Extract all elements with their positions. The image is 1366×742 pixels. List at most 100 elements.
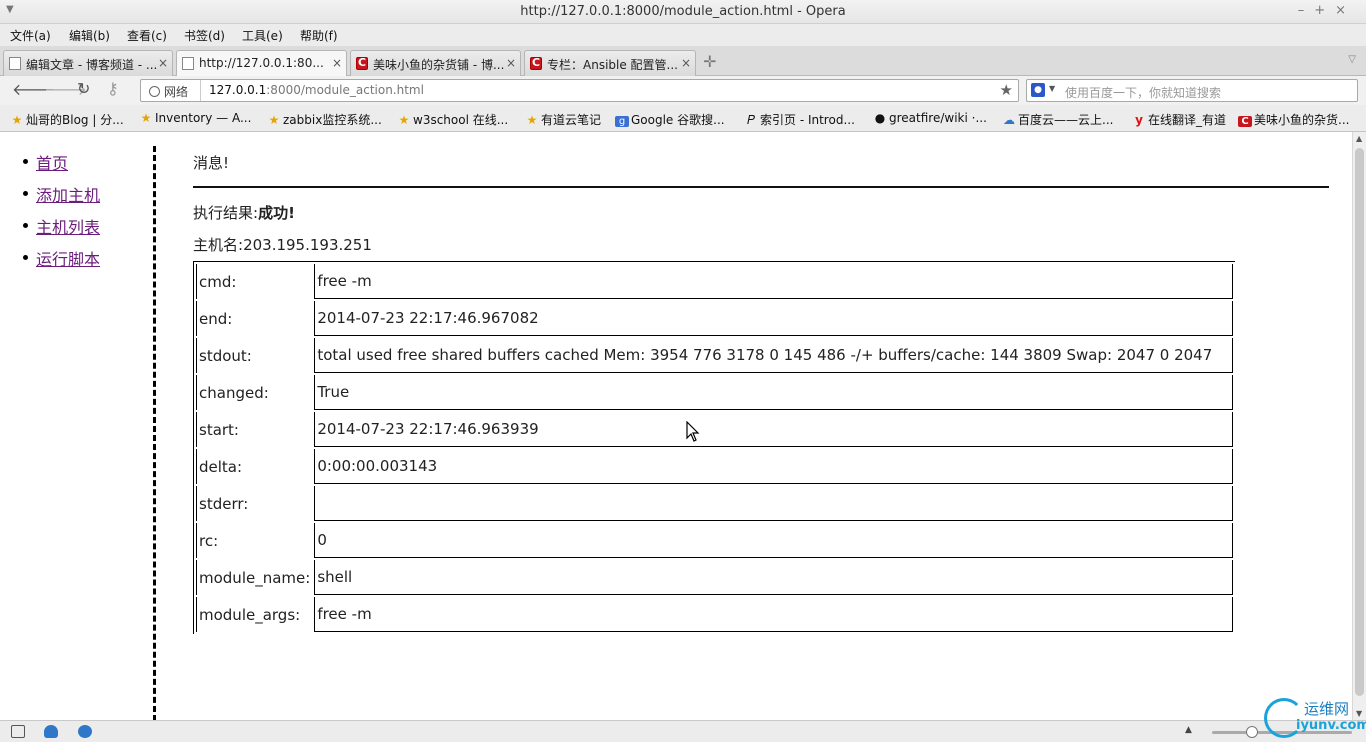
bookmark-item[interactable]: y 在线翻译_有道 [1132,111,1226,128]
reload-icon[interactable]: ↻ [77,79,90,98]
bookmark-label: w3school 在线... [413,113,509,127]
sidebar-link-run-script[interactable]: 运行脚本 [36,250,100,269]
table-row: changed: True [196,375,1233,410]
watermark-en: iyunv.com [1296,718,1366,733]
row-key: module_args: [196,597,312,632]
close-tab-icon[interactable]: × [158,56,168,70]
bookmark-item[interactable]: ★ w3school 在线... [397,111,509,128]
scroll-up-icon[interactable]: ▲ [1356,134,1362,143]
key-icon[interactable]: ⚷ [107,79,119,98]
bookmark-item[interactable]: 𝑃 索引页 - Introd... [744,111,855,128]
new-tab-icon[interactable]: ✛ [703,52,716,71]
row-key: module_name: [196,560,312,595]
sidebar-link-host-list[interactable]: 主机列表 [36,218,100,237]
search-placeholder: 使用百度一下，你就知道搜索 [1065,86,1222,100]
menu-tools[interactable]: 工具(e) [242,27,283,44]
sidebar-link-add-host[interactable]: 添加主机 [36,186,100,205]
row-value: 0:00:00.003143 [314,449,1233,484]
bookmark-label: 索引页 - Introd... [760,113,855,127]
page-icon [9,57,21,70]
menu-file[interactable]: 文件(a) [10,27,51,44]
result-table: cmd: free -m end: 2014-07-23 22:17:46.9670… [193,261,1235,634]
close-tab-icon[interactable]: × [681,56,691,70]
page-content: 首页 添加主机 主机列表 运行脚本 消息! 执行结果:成功! 主机名:203.1… [0,132,1352,720]
bookmark-item[interactable]: ● greatfire/wiki ·... [873,111,987,125]
tab-list-icon[interactable]: ▽ [1348,54,1356,65]
bookmark-item[interactable]: g Google 谷歌搜... [615,111,725,128]
bookmark-item[interactable]: ☁ 百度云——云上... [1002,111,1113,128]
close-tab-icon[interactable]: × [506,56,516,70]
menu-view[interactable]: 查看(c) [127,27,167,44]
bookmark-label: zabbix监控系统... [283,113,382,127]
star-icon: ★ [526,113,538,127]
row-value: free -m [314,597,1233,632]
minimize-button[interactable]: – [1298,3,1315,18]
address-bar[interactable]: 网络 127.0.0.1:8000/module_action.html ★ [140,79,1019,102]
message-heading: 消息! [193,154,230,172]
bookmark-label: 百度云——云上... [1018,113,1114,127]
scrollbar-thumb[interactable] [1355,148,1364,696]
hostname-value: 203.195.193.251 [243,236,372,254]
row-value: 2014-07-23 22:17:46.967082 [314,301,1233,336]
menu-help[interactable]: 帮助(f) [300,27,338,44]
page-icon [182,57,194,70]
star-icon: ★ [11,113,23,127]
sidebar-item-home: 首页 [20,150,100,182]
sidebar-link-home[interactable]: 首页 [36,154,68,173]
row-key: stderr: [196,486,312,521]
zoom-slider-knob[interactable] [1246,726,1258,738]
url-text[interactable]: 127.0.0.1:8000/module_action.html [209,83,424,97]
security-zone[interactable]: 网络 [141,80,201,101]
execution-result: 执行结果:成功! [193,202,295,223]
url-host: 127.0.0.1 [209,83,267,97]
row-key: rc: [196,523,312,558]
row-key: changed: [196,375,312,410]
search-box[interactable]: ● ▼ 使用百度一下，你就知道搜索 [1026,79,1358,102]
opera-unite-icon[interactable] [44,725,58,738]
python-icon: 𝑃 [747,113,755,127]
window-titlebar: ▼ http://127.0.0.1:8000/module_action.ht… [0,0,1366,24]
close-window-button[interactable]: × [1335,3,1356,18]
panel-toggle-icon[interactable] [11,725,25,738]
tab-blog-edit[interactable]: 编辑文章 - 博客频道 - ... × [3,50,173,76]
bookmark-item[interactable]: C 美味小鱼的杂货... [1238,111,1349,128]
watermark-cn: 运维网 [1304,700,1350,718]
star-icon: ★ [140,111,152,125]
baidu-icon[interactable]: ● [1031,83,1045,97]
table-row: rc: 0 [196,523,1233,558]
menu-bookmarks[interactable]: 书签(d) [184,27,225,44]
bookmark-item[interactable]: ★ zabbix监控系统... [267,111,382,128]
bookmark-item[interactable]: ★ Inventory — A... [139,111,252,125]
close-tab-icon[interactable]: × [332,56,342,70]
star-icon: ★ [268,113,280,127]
zone-label: 网络 [164,85,189,99]
tab-label: 专栏：Ansible 配置管... [547,58,678,72]
bookmark-star-icon[interactable]: ★ [1000,81,1013,99]
maximize-button[interactable]: + [1314,3,1335,18]
vertical-scrollbar[interactable]: ▲ ▼ [1352,132,1366,720]
row-value: total used free shared buffers cached Me… [314,338,1233,373]
row-value: 2014-07-23 22:17:46.963939 [314,412,1233,447]
bookmark-label: 在线翻译_有道 [1148,113,1227,127]
tab-module-action[interactable]: http://127.0.0.1:80... × [176,50,347,76]
window-title: http://127.0.0.1:8000/module_action.html… [520,4,846,19]
tab-csdn-blog[interactable]: 美味小鱼的杂货铺 - 博... × [350,50,521,76]
tab-ansible-column[interactable]: 专栏：Ansible 配置管... × [524,50,696,76]
tab-label: 美味小鱼的杂货铺 - 博... [373,58,505,72]
sidebar-nav: 首页 添加主机 主机列表 运行脚本 [20,150,100,278]
hostname-line: 主机名:203.195.193.251 [193,234,372,255]
url-path: :8000/module_action.html [266,83,424,97]
hostname-label: 主机名: [193,236,244,254]
star-icon: ★ [398,113,410,127]
result-value: 成功! [258,204,295,222]
turbo-icon[interactable] [78,725,92,738]
bookmark-item[interactable]: ★ 灿哥的Blog | 分... [10,111,124,128]
bookmarks-bar: ★ 灿哥的Blog | 分... ★ Inventory — A... ★ zabbi… [0,105,1366,132]
bookmark-label: 美味小鱼的杂货... [1254,113,1350,127]
bookmark-item[interactable]: ★ 有道云笔记 [525,111,601,128]
sidebar-item-run-script: 运行脚本 [20,246,100,278]
view-triangle-icon[interactable]: ▲ [1185,725,1192,735]
chevron-down-icon[interactable]: ▼ [1049,84,1055,93]
menu-edit[interactable]: 编辑(b) [69,27,110,44]
table-row: module_name: shell [196,560,1233,595]
